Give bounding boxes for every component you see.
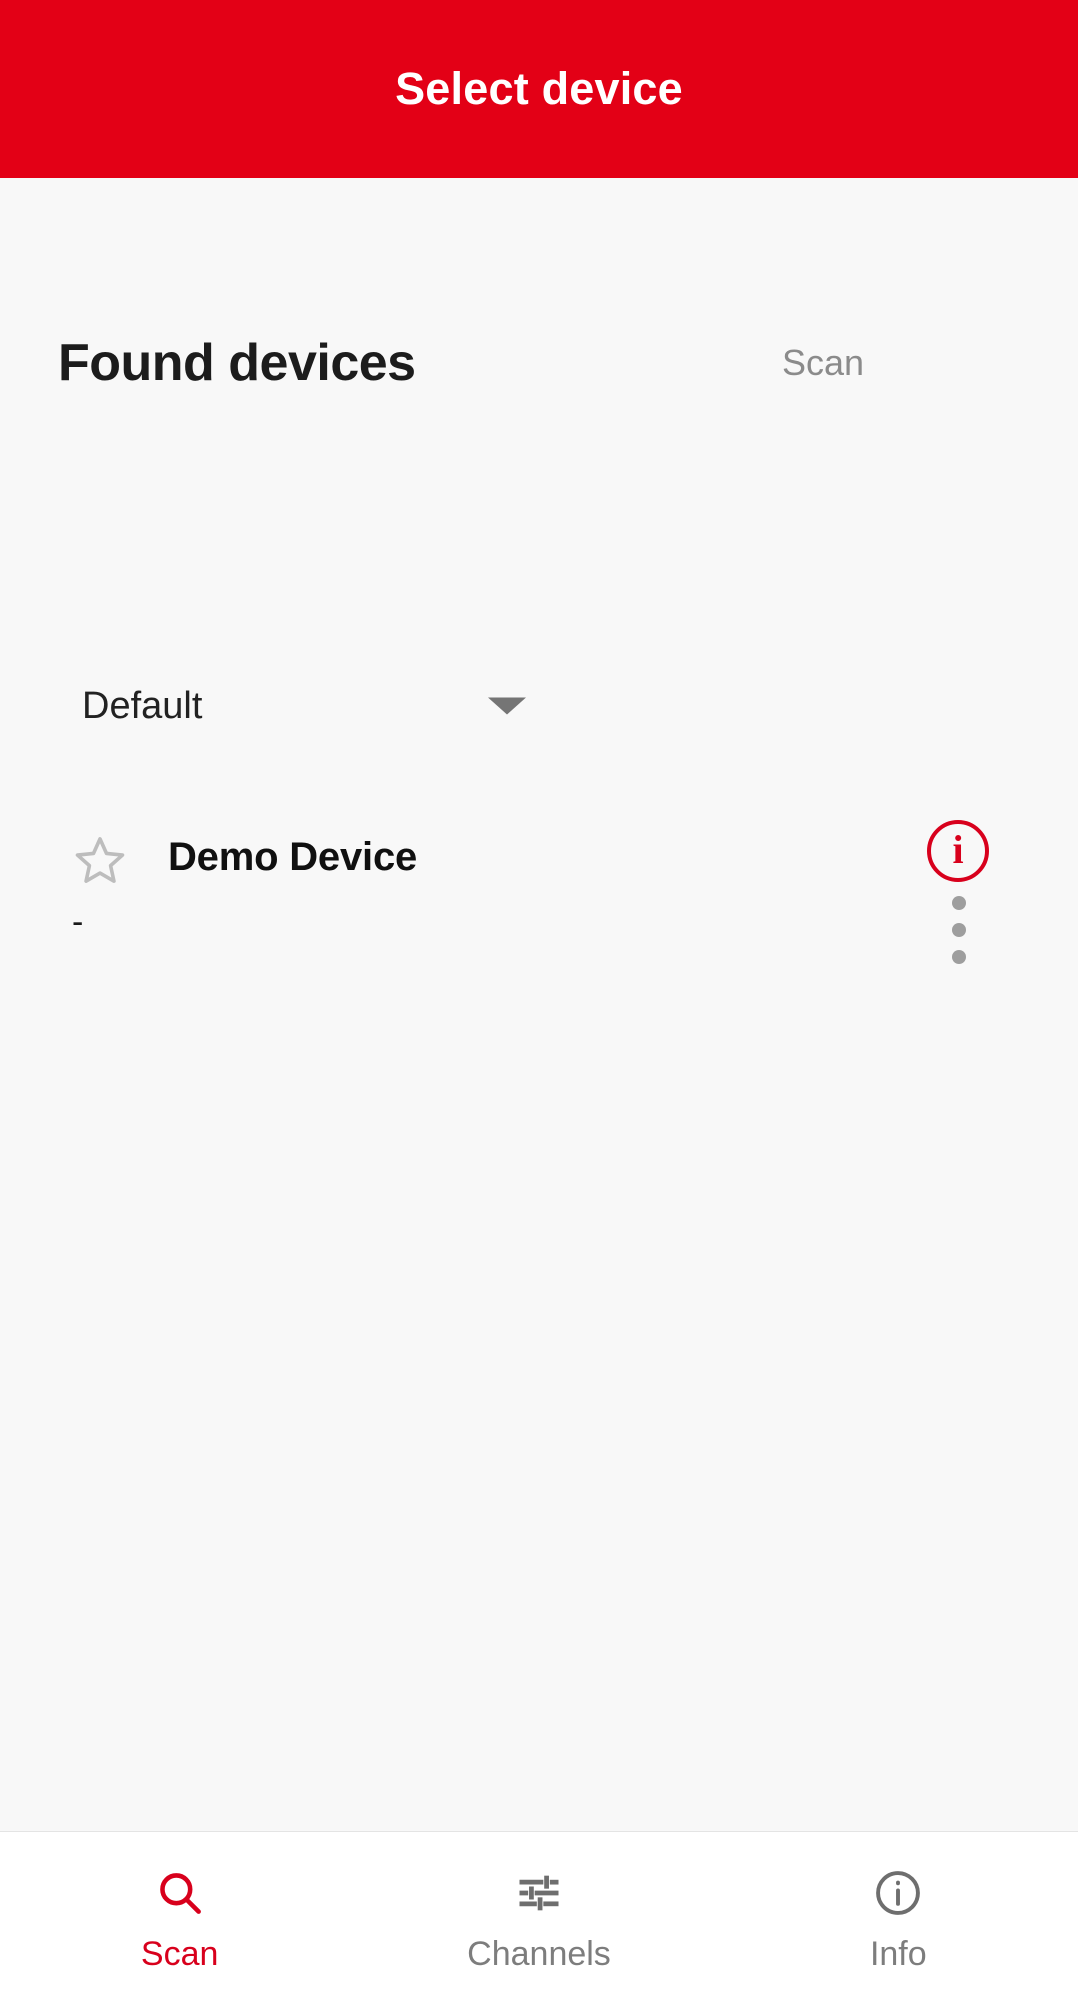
nav-item-info[interactable]: Info [719, 1832, 1078, 2000]
star-outline-icon[interactable] [73, 833, 127, 887]
nav-item-channels[interactable]: Channels [359, 1832, 718, 2000]
more-vertical-icon[interactable] [945, 896, 973, 964]
scan-action-button[interactable]: Scan [782, 342, 864, 384]
overflow-dot [952, 896, 966, 910]
nav-label-info: Info [870, 1935, 927, 1974]
overflow-dot [952, 950, 966, 964]
nav-label-channels: Channels [467, 1935, 611, 1974]
device-name: Demo Device [168, 835, 417, 880]
info-circle-icon [872, 1865, 924, 1921]
device-filter-dropdown[interactable]: Default [0, 668, 560, 744]
content-area: Found devices Scan Default Demo Device -… [0, 178, 1078, 1831]
info-glyph: i [952, 830, 963, 870]
chevron-down-icon [488, 698, 526, 715]
info-circle-icon[interactable]: i [927, 820, 989, 882]
overflow-dot [952, 923, 966, 937]
found-devices-heading: Found devices [58, 333, 416, 393]
device-list: Demo Device - i [0, 803, 1078, 973]
page-title: Select device [395, 63, 683, 115]
device-filter-selected-value: Default [82, 685, 202, 728]
device-subtitle: - [72, 903, 83, 942]
section-header: Found devices Scan [0, 318, 1078, 408]
bottom-navigation-bar: Scan Channels [0, 1831, 1078, 2000]
list-item[interactable]: Demo Device - i [0, 803, 1078, 973]
nav-item-scan[interactable]: Scan [0, 1832, 359, 2000]
nav-label-scan: Scan [141, 1935, 219, 1974]
search-icon [154, 1865, 206, 1921]
tune-sliders-icon [513, 1865, 565, 1921]
select-device-screen: Select device Found devices Scan Default… [0, 0, 1078, 2000]
app-bar: Select device [0, 0, 1078, 178]
